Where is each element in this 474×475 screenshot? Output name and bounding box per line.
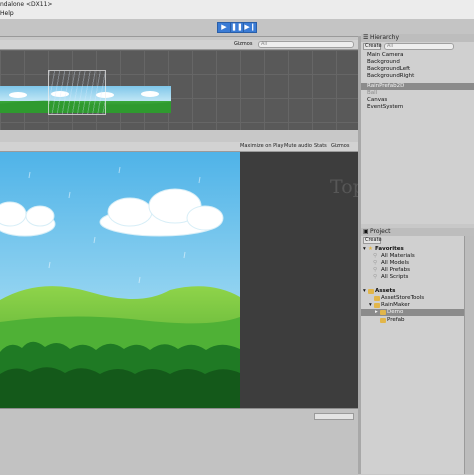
bottom-panel [0,408,358,475]
folder-prefab[interactable]: Prefab [387,317,405,323]
search-icon: ⚲ [373,260,378,266]
hierarchy-item-background-left[interactable]: BackgroundLeft [367,66,410,72]
star-icon: ★ [368,246,373,252]
folder-rainmaker[interactable]: RainMaker [381,302,410,308]
scene-search-placeholder: All [261,41,268,47]
assets-header[interactable]: Assets [375,288,395,294]
hierarchy-item-rain-prefab[interactable]: RainPrefab2D [367,83,404,89]
hierarchy-create-label: Create [365,43,382,49]
hierarchy-tab[interactable]: Hierarchy [370,34,399,41]
favorite-all-scripts[interactable]: All Scripts [381,274,408,280]
rain-particle-emitter[interactable] [48,70,106,115]
scene-view-header: Gizmos All [0,40,358,50]
mute-audio-toggle[interactable]: Mute audio [284,143,312,149]
folder-demo[interactable]: Demo [387,309,403,315]
game-view-header: Maximize on Play Mute audio Stats Gizmos [0,142,358,152]
hierarchy-item-background[interactable]: Background [367,59,400,65]
favorite-all-models[interactable]: All Models [381,260,409,266]
project-icon: ▣ [363,228,369,235]
scene-search-input[interactable]: All [258,41,354,48]
folder-icon [380,318,386,323]
project-create-button[interactable]: Create [363,237,382,244]
project-panel [361,228,474,474]
search-icon: ⚲ [373,267,378,273]
scene-gizmos-dropdown[interactable]: Gizmos [234,41,252,47]
search-icon: ⚲ [373,253,378,259]
hierarchy-item-ball[interactable]: Ball [367,90,377,96]
window-title: ndalone <DX11> [0,1,53,8]
favorite-all-materials[interactable]: All Materials [381,253,415,259]
folder-icon [368,289,374,294]
favorites-header[interactable]: Favorites [375,246,404,252]
bottom-slider[interactable] [314,413,354,420]
play-icon: ▶ [221,23,227,31]
hierarchy-tab-bar: ☰ Hierarchy [361,34,474,42]
step-icon: ▶❙ [244,23,256,31]
assets-expand-icon[interactable]: ▾ [363,288,366,294]
game-canvas[interactable] [0,152,240,408]
step-button[interactable]: ▶❙ [243,22,257,33]
folder-asset-store-tools[interactable]: AssetStoreTools [381,295,424,301]
folder-icon [374,303,380,308]
menu-bar: Help [0,9,474,19]
hierarchy-icon: ☰ [363,34,369,41]
project-tab-bar: ▣ Project [361,228,474,236]
menu-help[interactable]: Help [0,10,14,17]
title-bar: ndalone <DX11> [0,0,474,9]
project-tab[interactable]: Project [370,228,391,235]
project-preview-column [464,236,474,474]
play-button[interactable]: ▶ [217,22,231,33]
stats-toggle[interactable]: Stats [314,143,327,149]
favorite-all-prefabs[interactable]: All Prefabs [381,267,410,273]
pause-icon: ❚❚ [231,23,243,31]
hierarchy-create-button[interactable]: Create [363,43,382,50]
hierarchy-item-main-camera[interactable]: Main Camera [367,52,403,58]
folder-icon [380,310,386,315]
hierarchy-search-placeholder: All [387,43,394,49]
project-create-label: Create [365,237,382,243]
hierarchy-item-canvas[interactable]: Canvas [367,97,387,103]
rainmaker-expand-icon[interactable]: ▾ [369,302,372,308]
hierarchy-item-event-system[interactable]: EventSystem [367,104,403,110]
game-scene-svg [0,152,240,408]
maximize-on-play-toggle[interactable]: Maximize on Play [240,143,284,149]
pause-button[interactable]: ❚❚ [230,22,244,33]
hierarchy-search-input[interactable]: All [384,43,454,50]
favorites-expand-icon[interactable]: ▾ [363,246,366,252]
folder-icon [374,296,380,301]
search-icon: ⚲ [373,274,378,280]
hierarchy-item-background-right[interactable]: BackgroundRight [367,73,414,79]
demo-expand-icon[interactable]: ▸ [375,309,378,315]
game-gizmos-dropdown[interactable]: Gizmos [331,143,349,149]
